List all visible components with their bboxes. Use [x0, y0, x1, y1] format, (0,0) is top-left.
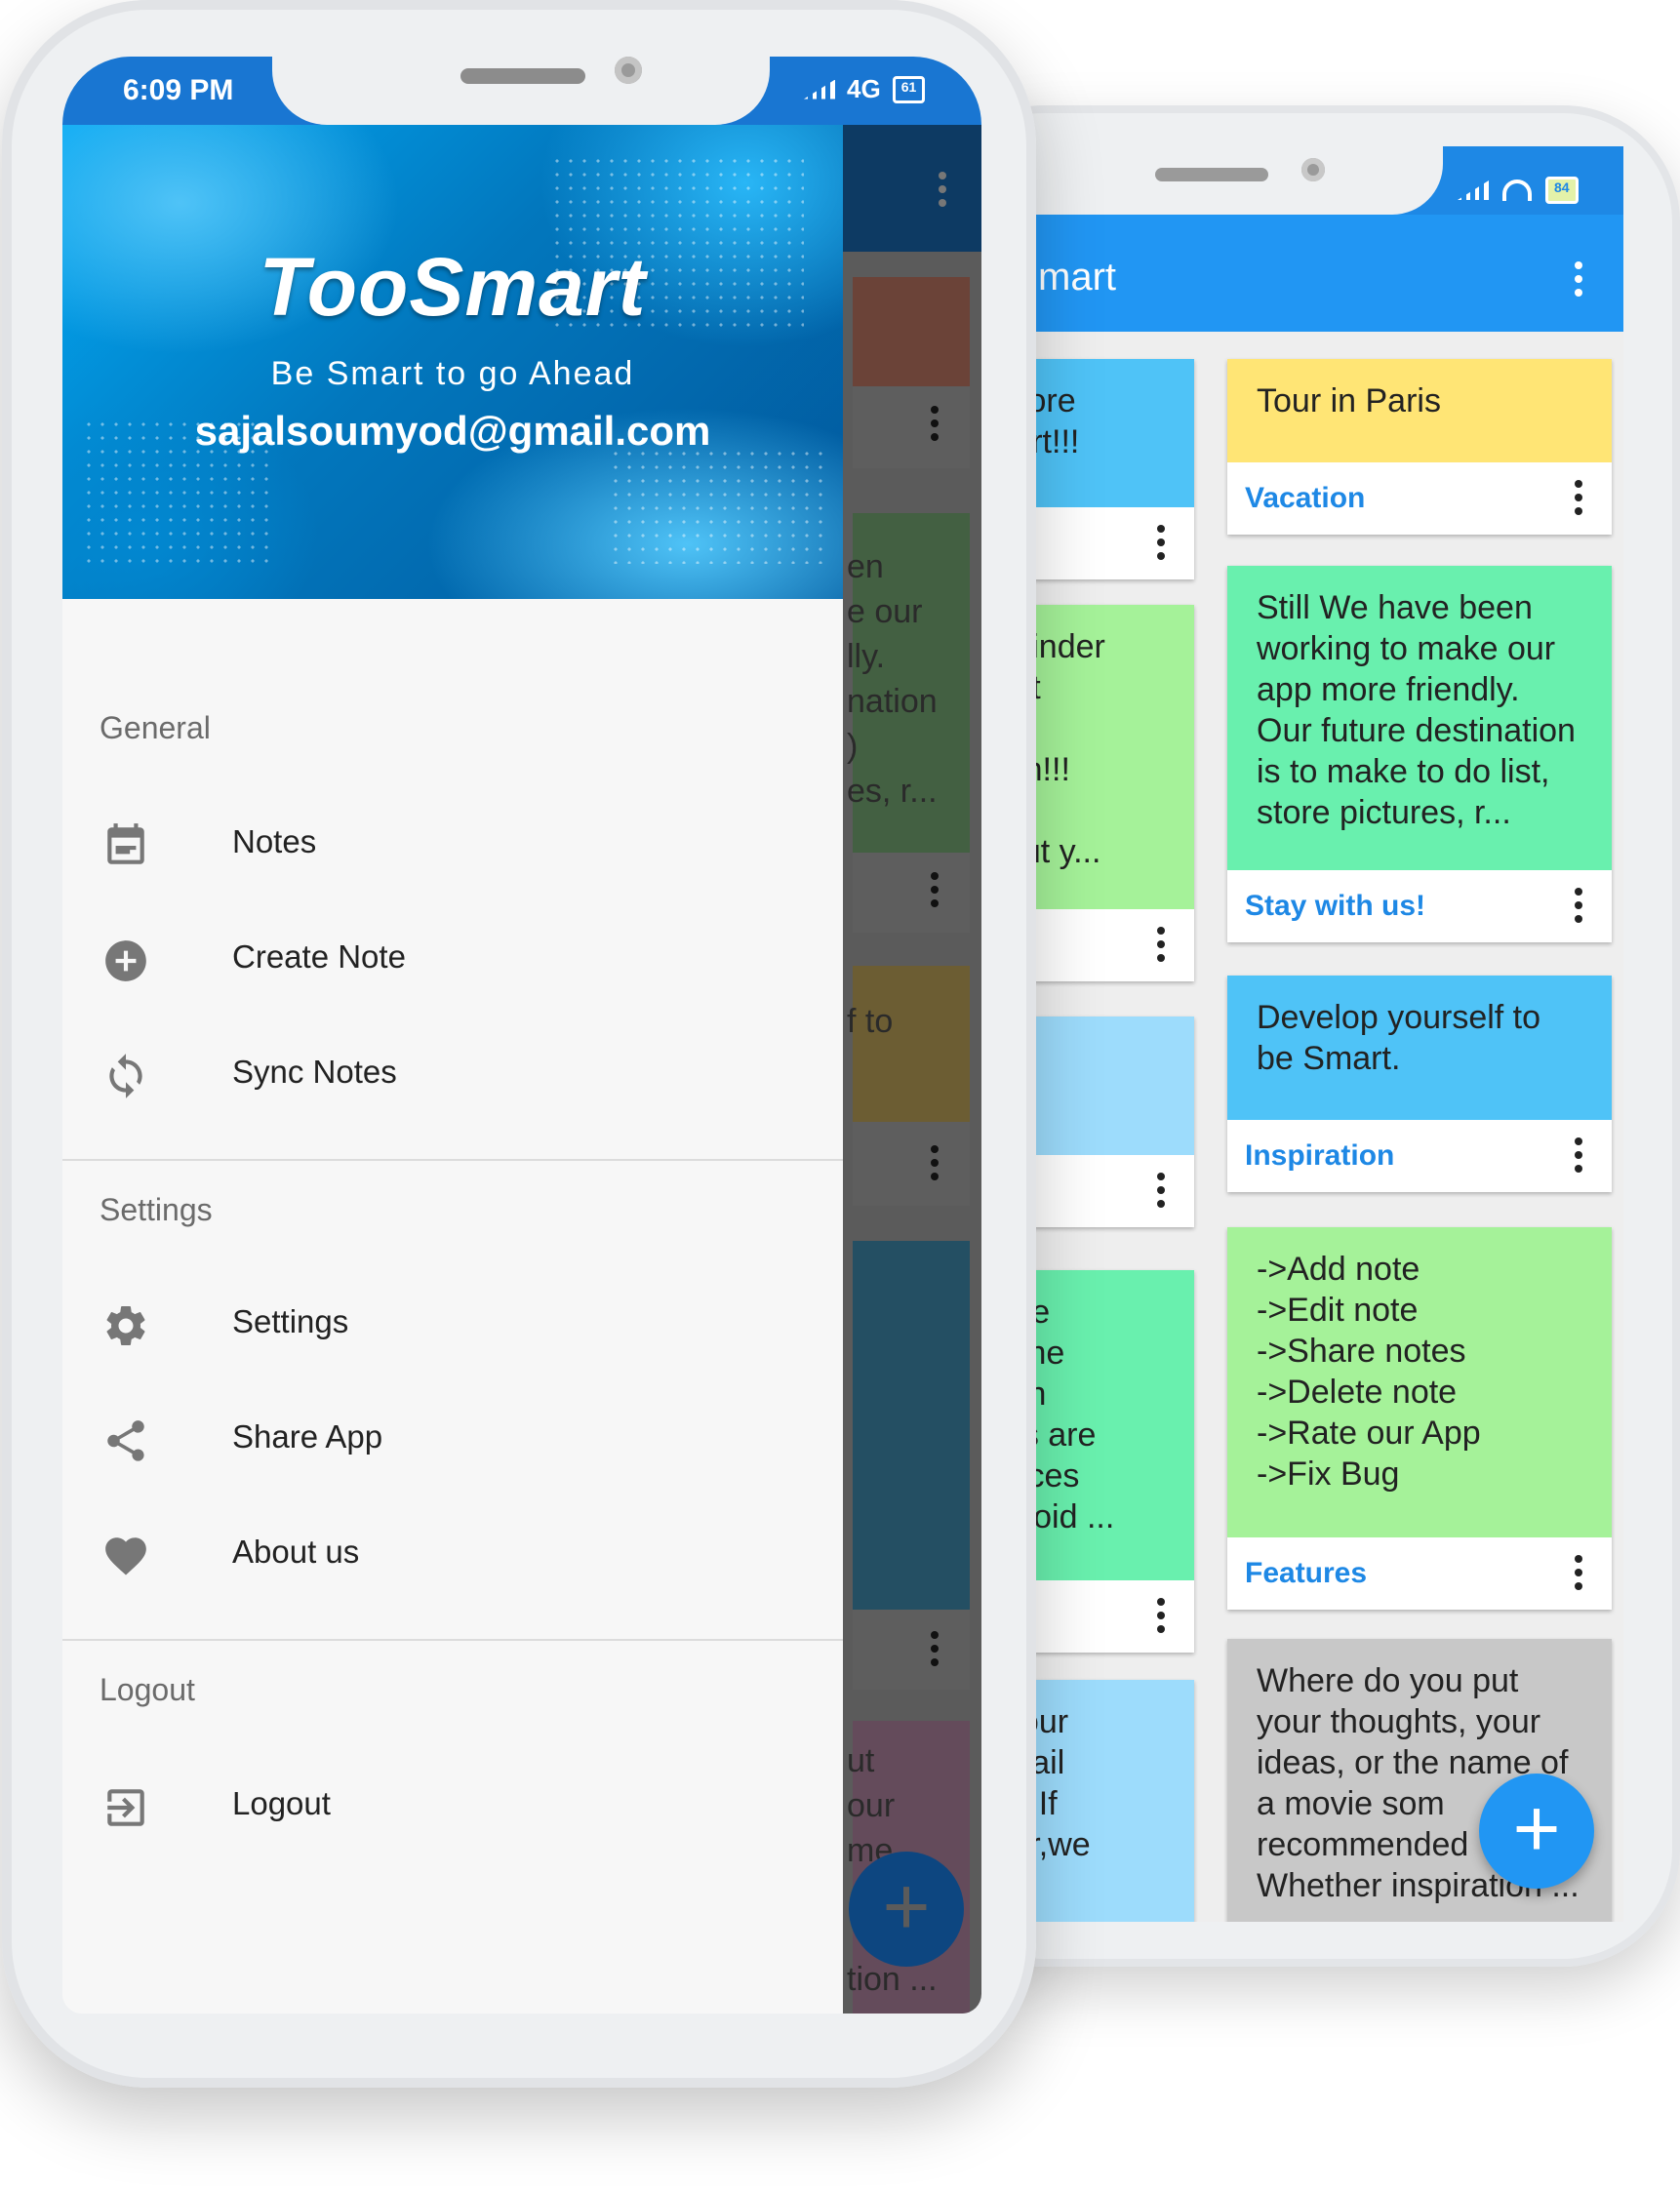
- app-logo-text: TooSmart: [259, 241, 647, 333]
- back-app-title: mart: [1038, 256, 1116, 299]
- drawer-item-about-us[interactable]: About us: [62, 1504, 843, 1602]
- section-logout: Logout: [100, 1672, 195, 1707]
- drawer-item-settings[interactable]: Settings: [62, 1274, 843, 1372]
- kebab-icon: [931, 872, 939, 907]
- heart-icon: [105, 1537, 146, 1575]
- battery-icon: 84: [1545, 177, 1579, 204]
- dimmed-text: es, r...: [847, 773, 938, 810]
- note-tag: Inspiration: [1245, 1139, 1395, 1172]
- status-time: 6:09 PM: [123, 74, 234, 106]
- front-camera: [615, 57, 642, 84]
- drawer-item-share-app[interactable]: Share App: [62, 1389, 843, 1487]
- drawer-divider: [62, 1639, 843, 1641]
- drawer-item-logout[interactable]: Logout: [62, 1756, 843, 1854]
- kebab-icon: [931, 1145, 939, 1180]
- kebab-icon[interactable]: [1157, 927, 1165, 962]
- kebab-icon[interactable]: [1157, 1173, 1165, 1208]
- plus-icon: +: [849, 1852, 964, 1967]
- note-card-text: Still We have been working to make our a…: [1227, 566, 1612, 870]
- navigation-drawer: TooSmart Be Smart to go Ahead sajalsoumy…: [62, 125, 843, 2014]
- back-overflow-menu-icon[interactable]: [1575, 261, 1582, 297]
- note-tag: Vacation: [1245, 482, 1366, 514]
- dimmed-text: nation: [847, 683, 938, 720]
- kebab-icon[interactable]: [1575, 1555, 1582, 1590]
- section-settings: Settings: [100, 1192, 213, 1227]
- kebab-icon[interactable]: [1575, 480, 1582, 515]
- dimmed-text: our: [847, 1787, 896, 1824]
- note-tag: Features: [1245, 1557, 1368, 1589]
- drawer-item-label: Settings: [232, 1303, 349, 1339]
- user-email: sajalsoumyod@gmail.com: [194, 408, 711, 454]
- note-card-text: ->Add note ->Edit note ->Share notes ->D…: [1227, 1227, 1612, 1537]
- network-type: 4G: [847, 74, 881, 103]
- dimmed-app-bar: [843, 125, 981, 252]
- note-card-text: Tour in Paris: [1227, 359, 1612, 462]
- kebab-icon[interactable]: [1157, 525, 1165, 560]
- note-card-stay-with-us[interactable]: Still We have been working to make our a…: [1227, 566, 1612, 942]
- kebab-icon: [939, 172, 946, 207]
- signal-icon: [804, 79, 835, 100]
- drawer-item-label: Notes: [232, 823, 317, 859]
- wifi-icon: [1502, 179, 1532, 201]
- note-card-text: Develop yourself to be Smart.: [1227, 976, 1612, 1120]
- note-card-inspiration[interactable]: Develop yourself to be Smart. Inspiratio…: [1227, 976, 1612, 1192]
- note-tag: Stay with us!: [1245, 890, 1426, 922]
- drawer-item-label: Create Note: [232, 938, 406, 975]
- dimmed-text: ut: [847, 1742, 875, 1779]
- dimmed-text: f to: [847, 1003, 894, 1040]
- dimmed-text: lly.: [847, 638, 886, 675]
- section-general: General: [100, 710, 211, 745]
- front-notch: [272, 57, 770, 125]
- add-note-fab[interactable]: +: [1479, 1774, 1594, 1889]
- dimmed-text: ): [847, 728, 859, 765]
- signal-icon: [1458, 180, 1489, 200]
- front-status-icons: 4G 61: [804, 74, 926, 104]
- gear-icon: [106, 1306, 145, 1345]
- drawer-item-create-note[interactable]: Create Note: [62, 909, 843, 1007]
- back-camera: [1301, 158, 1325, 181]
- kebab-icon[interactable]: [1157, 1598, 1165, 1633]
- calendar-icon: [107, 823, 144, 864]
- kebab-icon[interactable]: [1575, 1137, 1582, 1173]
- sync-icon: [109, 1054, 142, 1098]
- app-tagline: Be Smart to go Ahead: [270, 355, 635, 392]
- drawer-header: TooSmart Be Smart to go Ahead sajalsoumy…: [62, 125, 843, 599]
- dimmed-card: [853, 277, 970, 386]
- dimmed-text: e our: [847, 593, 923, 630]
- drawer-item-sync-notes[interactable]: Sync Notes: [62, 1024, 843, 1122]
- drawer-item-label: Share App: [232, 1418, 383, 1455]
- kebab-icon: [931, 406, 939, 441]
- drawer-item-notes[interactable]: Notes: [62, 794, 843, 892]
- share-icon: [107, 1420, 144, 1461]
- kebab-icon[interactable]: [1575, 888, 1582, 923]
- battery-icon: 61: [892, 75, 926, 103]
- dimmed-text: en: [847, 548, 884, 585]
- front-speaker: [460, 68, 585, 84]
- logout-icon: [107, 1789, 144, 1826]
- dimmed-card: [853, 1241, 970, 1610]
- kebab-icon: [931, 1631, 939, 1666]
- dimmed-card: [853, 966, 970, 1122]
- note-card-vacation[interactable]: Tour in Paris Vacation: [1227, 359, 1612, 535]
- drawer-item-label: Logout: [232, 1785, 331, 1821]
- front-phone-screen: 6:09 PM 4G 61 en e our lly. nation ) es,…: [62, 57, 981, 2014]
- drawer-item-label: About us: [232, 1534, 360, 1570]
- back-status-icons: 84: [1458, 176, 1614, 205]
- back-speaker: [1155, 168, 1268, 181]
- add-circle-icon: [105, 940, 146, 981]
- back-phone-screen: 84 mart xplore mart!!! eminder tant o ar…: [980, 146, 1623, 1922]
- note-card-features[interactable]: ->Add note ->Edit note ->Share notes ->D…: [1227, 1227, 1612, 1610]
- drawer-divider: [62, 1159, 843, 1161]
- drawer-item-label: Sync Notes: [232, 1054, 397, 1090]
